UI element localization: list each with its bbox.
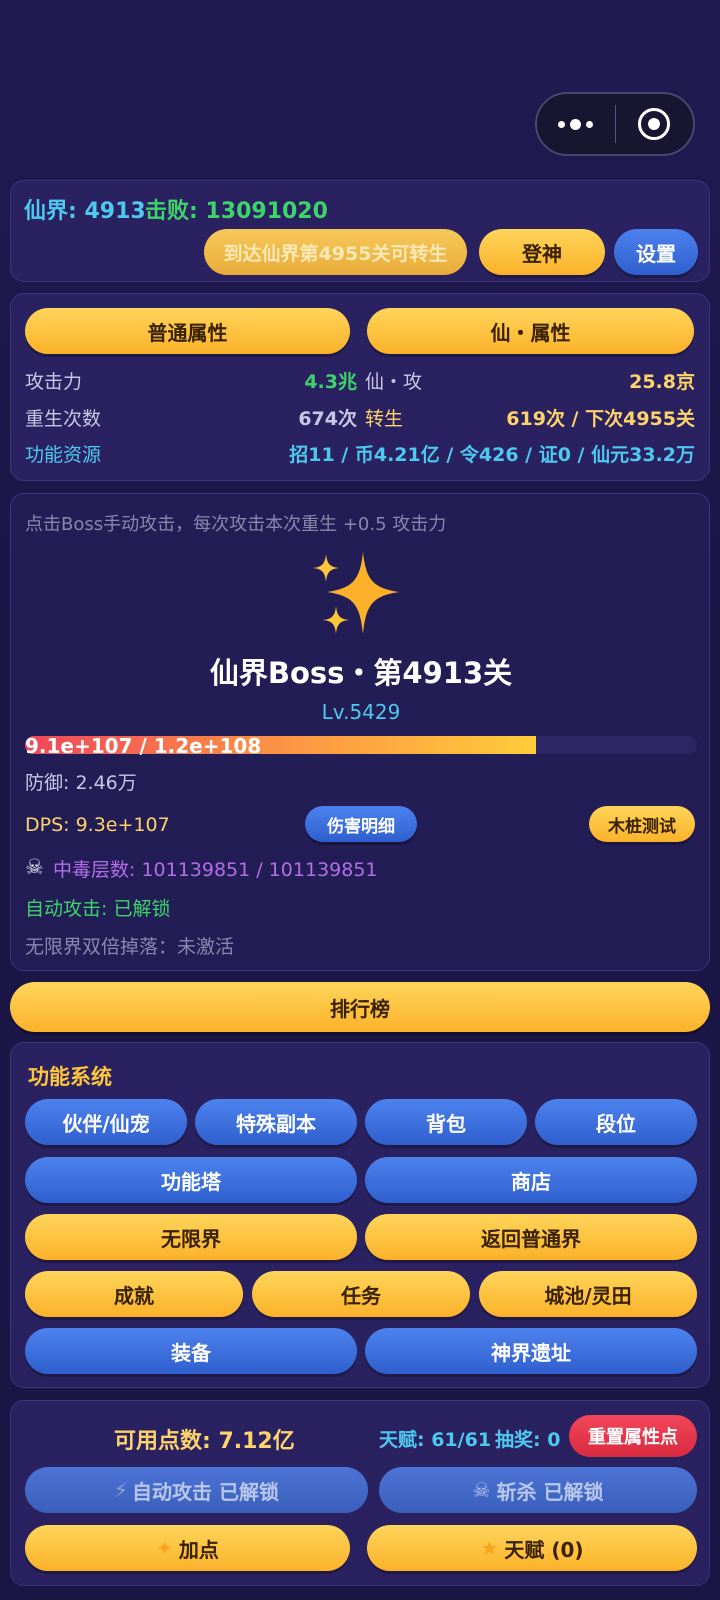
attack-label: 攻击力 [25, 371, 83, 393]
lightning-icon: ⚡ [113, 1478, 129, 1502]
auto-attack-status: 自动攻击: 已解锁 [25, 898, 171, 920]
target-icon [638, 108, 671, 140]
points-panel: 可用点数: 7.12亿 天赋: 61/61 抽奖: 0 重置属性点 ⚡ 自动攻击… [10, 1400, 710, 1586]
attack-value: 4.3兆 [304, 371, 357, 393]
tasks-button[interactable]: 任务 [252, 1271, 470, 1317]
ascend-button[interactable]: 登神 [479, 229, 605, 275]
rebirth-hint-button[interactable]: 到达仙界第4955关可转生 [204, 229, 467, 275]
damage-detail-button[interactable]: 伤害明细 [305, 806, 417, 842]
rank-tier-button[interactable]: 段位 [535, 1099, 697, 1145]
talent-count: 天赋: 61/61 [379, 1429, 492, 1451]
features-title: 功能系统 [28, 1065, 112, 1089]
available-points: 可用点数: 7.12亿 [114, 1429, 295, 1454]
xian-attack-label: 仙・攻 [365, 371, 423, 393]
add-point-button[interactable]: ✦ 加点 [25, 1525, 350, 1571]
boss-hint: 点击Boss手动攻击，每次攻击本次重生 +0.5 攻击力 [25, 514, 447, 535]
return-normal-realm-button[interactable]: 返回普通界 [365, 1214, 697, 1260]
resources-value: 招11 / 币4.21亿 / 令426 / 证0 / 仙元33.2万 [289, 444, 695, 466]
talent-button-label: 天赋 (0) [504, 1537, 584, 1562]
close-miniprogram-button[interactable] [615, 94, 693, 154]
dummy-test-button[interactable]: 木桩测试 [589, 806, 695, 842]
tab-xian-attributes[interactable]: 仙・属性 [367, 308, 694, 354]
boss-hp-text: 9.1e+107 / 1.2e+108 [25, 734, 262, 758]
tab-normal-attributes[interactable]: 普通属性 [25, 308, 350, 354]
rebirth-count-value: 674次 [298, 408, 357, 430]
function-tower-button[interactable]: 功能塔 [25, 1157, 357, 1203]
boss-panel: 点击Boss手动攻击，每次攻击本次重生 +0.5 攻击力 仙界Boss・第491… [10, 493, 710, 971]
city-farm-button[interactable]: 城池/灵田 [479, 1271, 697, 1317]
transmigration-value: 619次 / 下次4955关 [506, 408, 695, 430]
lottery-count: 抽奖: 0 [495, 1429, 561, 1451]
features-panel: 功能系统 伙伴/仙宠 特殊副本 背包 段位 功能塔 商店 无限界 返回普通界 成… [10, 1042, 710, 1388]
add-point-label: 加点 [178, 1537, 219, 1562]
attributes-panel: 普通属性 仙・属性 攻击力 4.3兆 仙・攻 25.8京 重生次数 674次 转… [10, 293, 710, 481]
slay-button-label: 斩杀 已解锁 [496, 1479, 604, 1504]
more-dots-icon [558, 118, 594, 130]
boss-defense: 防御: 2.46万 [25, 772, 137, 794]
rebirth-count-label: 重生次数 [25, 408, 102, 430]
backpack-button[interactable]: 背包 [365, 1099, 527, 1145]
double-drop-status: 无限界双倍掉落：未激活 [25, 936, 235, 958]
partner-pet-button[interactable]: 伙伴/仙宠 [25, 1099, 187, 1145]
leaderboard-button[interactable]: 排行榜 [10, 982, 710, 1032]
more-menu-button[interactable] [537, 94, 615, 154]
auto-attack-button-label: 自动攻击 已解锁 [132, 1479, 279, 1504]
star-icon: ★ [480, 1536, 499, 1560]
sparkles-icon[interactable] [311, 552, 405, 638]
resources-label: 功能资源 [25, 444, 102, 466]
infinite-realm-button[interactable]: 无限界 [25, 1214, 357, 1260]
realm-level: 仙界: 4913 [24, 199, 146, 224]
skull-icon: ☠ [472, 1478, 491, 1502]
miniprogram-capsule [535, 92, 695, 156]
defeat-count: 击败: 13091020 [145, 199, 328, 224]
dps-value: DPS: 9.3e+107 [25, 814, 170, 836]
xian-attack-value: 25.8京 [629, 371, 695, 393]
talent-button[interactable]: ★ 天赋 (0) [367, 1525, 697, 1571]
auto-attack-unlock-button[interactable]: ⚡ 自动攻击 已解锁 [25, 1467, 368, 1513]
boss-level: Lv.5429 [321, 700, 401, 724]
sparkle-icon: ✦ [156, 1536, 173, 1560]
reset-attributes-button[interactable]: 重置属性点 [569, 1415, 697, 1457]
slay-unlock-button[interactable]: ☠ 斩杀 已解锁 [379, 1467, 697, 1513]
divine-ruins-button[interactable]: 神界遗址 [365, 1328, 697, 1374]
equipment-button[interactable]: 装备 [25, 1328, 357, 1374]
shop-button[interactable]: 商店 [365, 1157, 697, 1203]
special-dungeon-button[interactable]: 特殊副本 [195, 1099, 357, 1145]
achievements-button[interactable]: 成就 [25, 1271, 243, 1317]
skull-icon: ☠ [25, 855, 44, 879]
settings-button[interactable]: 设置 [614, 229, 698, 275]
transmigration-label: 转生 [365, 408, 404, 430]
poison-stacks: 中毒层数: 101139851 / 101139851 [53, 859, 378, 881]
boss-name: 仙界Boss・第4913关 [209, 656, 513, 690]
status-panel: 仙界: 4913 击败: 13091020 到达仙界第4955关可转生 登神 设… [10, 180, 710, 282]
